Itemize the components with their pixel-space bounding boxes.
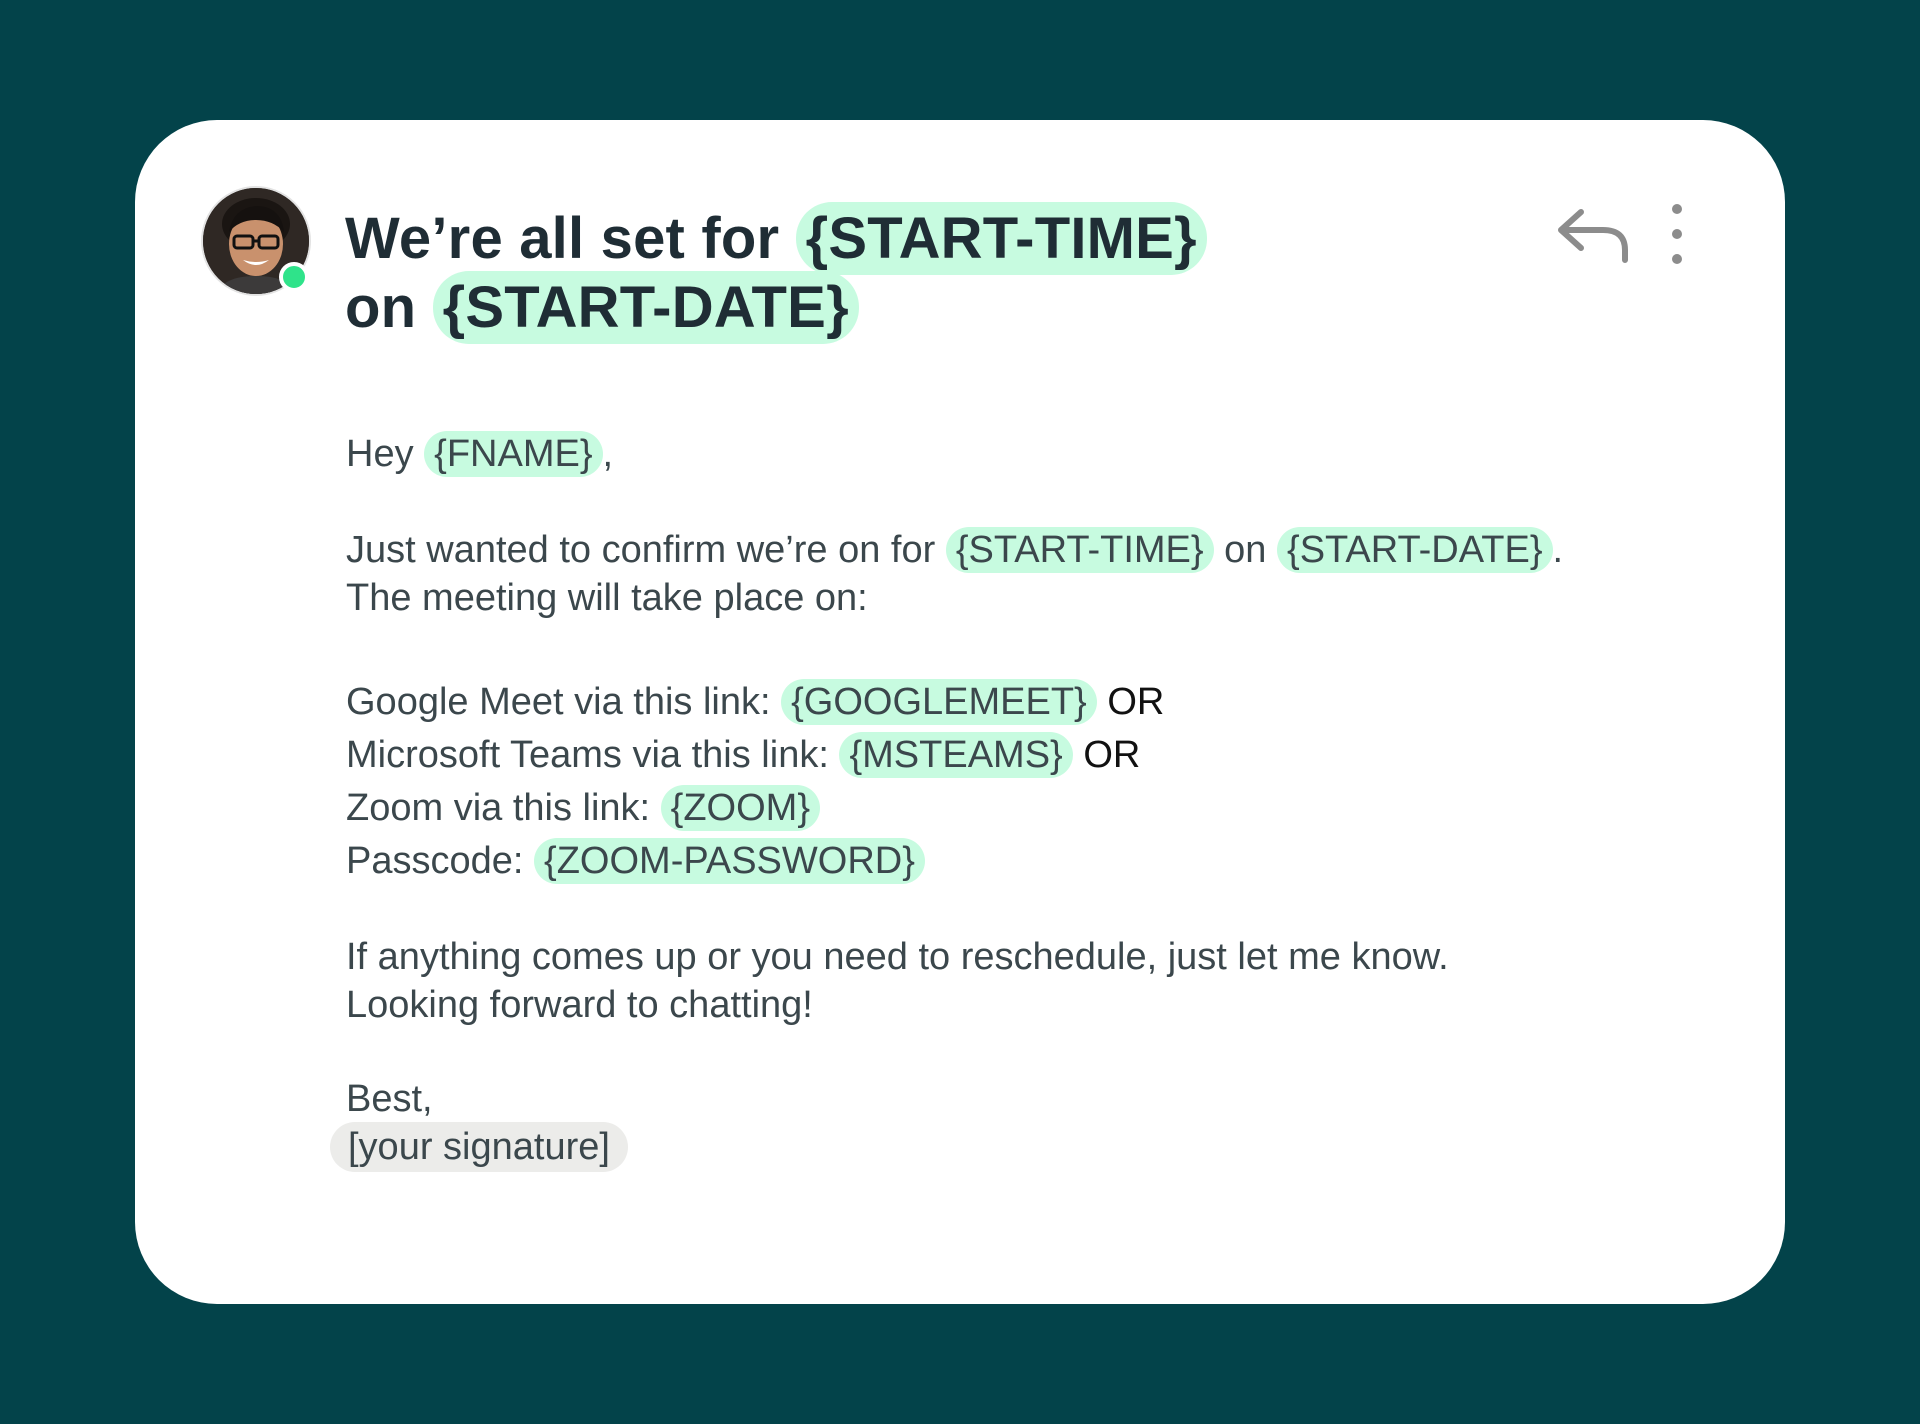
link-suffix: OR — [1083, 734, 1141, 776]
closing-line-1: If anything comes up or you need to resc… — [346, 936, 1449, 978]
zoom-tag: {ZOOM} — [660, 785, 821, 831]
link-line-zoom: Zoom via this link: {ZOOM} — [346, 784, 1646, 832]
confirm-end: . — [1552, 529, 1564, 571]
signoff: Best, — [346, 1078, 433, 1120]
fname-tag: {FNAME} — [424, 431, 603, 477]
link-suffix: OR — [1107, 681, 1165, 723]
subject-mid: on — [345, 275, 417, 340]
link-label: Microsoft Teams via this link: — [346, 734, 829, 776]
email-body: Hey {FNAME}, Just wanted to confirm we’r… — [330, 430, 1646, 1172]
zoom-password-tag: {ZOOM-PASSWORD} — [534, 838, 925, 884]
email-card: We’re all set for {START-TIME} on {START… — [135, 120, 1785, 1304]
more-vertical-icon — [1672, 204, 1682, 264]
greeting-line: Hey {FNAME}, — [346, 430, 1646, 478]
reply-button[interactable] — [1551, 202, 1629, 266]
meeting-place-line: The meeting will take place on: — [346, 577, 868, 619]
signature-placeholder[interactable]: [your signature] — [330, 1122, 628, 1172]
confirm-mid: on — [1224, 529, 1267, 571]
msteams-tag: {MSTEAMS} — [839, 732, 1073, 778]
confirm-line: Just wanted to confirm we’re on for {STA… — [346, 526, 1646, 574]
greeting-text: Hey — [346, 433, 414, 475]
link-line-google-meet: Google Meet via this link: {GOOGLEMEET} … — [346, 678, 1646, 726]
confirm-start-time-tag: {START-TIME} — [945, 527, 1214, 573]
reply-icon — [1558, 209, 1628, 263]
passcode-line: Passcode: {ZOOM-PASSWORD} — [346, 837, 1646, 885]
closing-line-2: Looking forward to chatting! — [346, 984, 813, 1026]
subject-start-time-tag: {START-TIME} — [795, 202, 1207, 275]
sender-avatar[interactable] — [201, 186, 311, 296]
passcode-label: Passcode: — [346, 840, 524, 882]
googlemeet-tag: {GOOGLEMEET} — [781, 679, 1097, 725]
confirm-prefix: Just wanted to confirm we’re on for — [346, 529, 936, 571]
email-subject: We’re all set for {START-TIME} on {START… — [345, 202, 1345, 344]
email-actions — [1551, 202, 1685, 266]
greeting-end: , — [602, 433, 614, 475]
link-label: Google Meet via this link: — [346, 681, 771, 723]
link-label: Zoom via this link: — [346, 787, 651, 829]
confirm-start-date-tag: {START-DATE} — [1277, 527, 1553, 573]
subject-start-date-tag: {START-DATE} — [432, 271, 859, 344]
online-status-dot — [279, 262, 309, 292]
link-line-ms-teams: Microsoft Teams via this link: {MSTEAMS}… — [346, 731, 1646, 779]
more-options-button[interactable] — [1669, 202, 1685, 266]
signature-line: [your signature] — [330, 1122, 1646, 1172]
subject-prefix: We’re all set for — [345, 206, 780, 271]
